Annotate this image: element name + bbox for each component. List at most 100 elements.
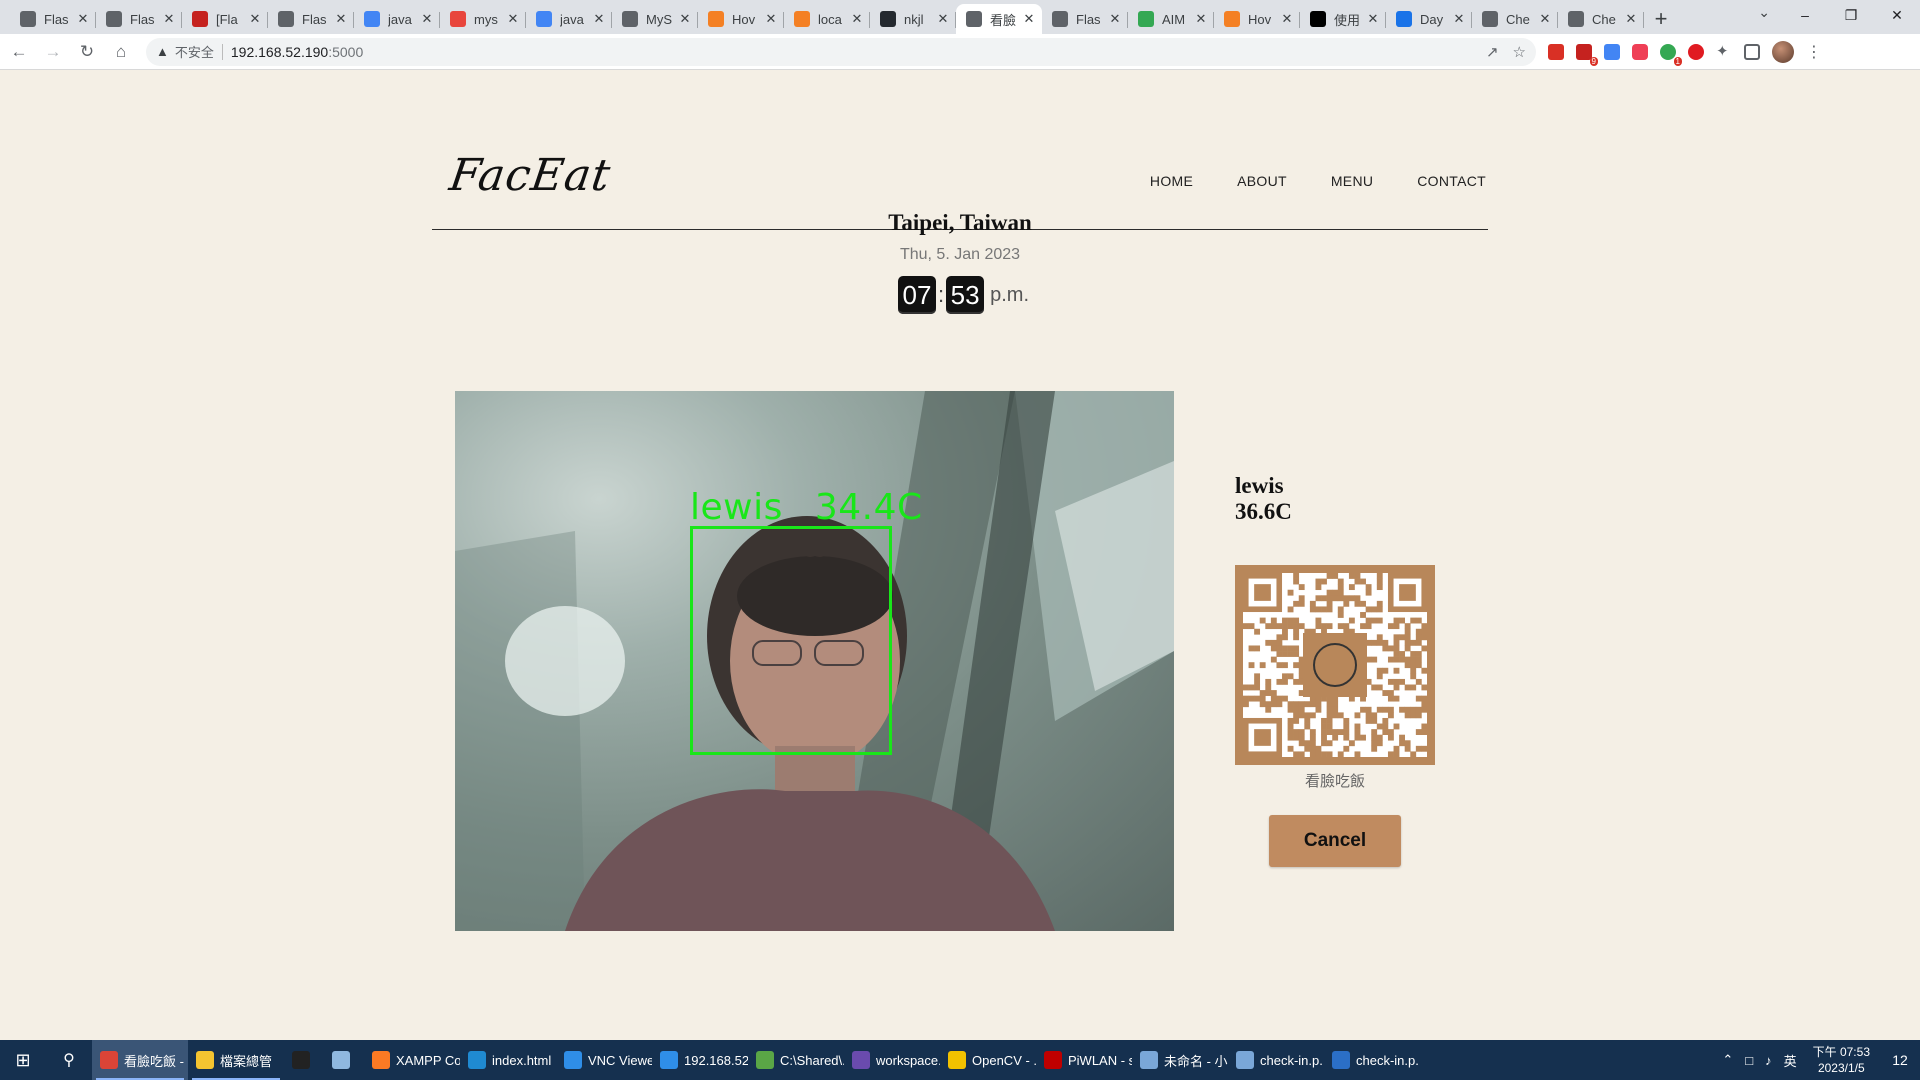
security-label[interactable]: 不安全 (175, 42, 214, 61)
close-tab-icon[interactable]: ✕ (506, 11, 520, 27)
close-tab-icon[interactable]: ✕ (76, 11, 90, 27)
browser-tab[interactable]: Flas ✕ (268, 4, 354, 34)
close-tab-icon[interactable]: ✕ (1538, 11, 1552, 27)
pocket-extension-icon[interactable] (1632, 43, 1648, 60)
home-icon[interactable]: ⌂ (106, 37, 136, 67)
taskbar-app[interactable] (324, 1040, 364, 1080)
browser-tab[interactable]: java ✕ (526, 4, 612, 34)
close-tab-icon[interactable]: ✕ (1366, 11, 1380, 27)
site-logo[interactable]: FacEat (446, 150, 614, 201)
tray-chevron-icon[interactable]: ⌃ (1722, 1052, 1733, 1068)
browser-tab[interactable]: Flas ✕ (96, 4, 182, 34)
browser-tab[interactable]: AIM ✕ (1128, 4, 1214, 34)
reload-icon[interactable]: ↻ (72, 37, 102, 67)
taskbar-app[interactable]: 192.168.52... (652, 1040, 748, 1080)
bookmark-star-icon[interactable]: ☆ (1513, 43, 1526, 61)
translate-extension-icon[interactable] (1604, 43, 1620, 60)
window-close-icon[interactable]: ✕ (1874, 0, 1920, 30)
browser-tab[interactable]: Flas ✕ (10, 4, 96, 34)
nav-contact[interactable]: CONTACT (1417, 173, 1486, 189)
taskbar-app[interactable]: check-in.p... (1324, 1040, 1420, 1080)
side-panel-icon[interactable] (1744, 43, 1760, 60)
taskbar-app[interactable]: VNC Viewer (556, 1040, 652, 1080)
new-tab-icon[interactable]: + (1644, 4, 1678, 34)
ime-indicator[interactable]: 英 (1784, 1051, 1797, 1070)
gmail-extension-icon[interactable]: 9 (1576, 43, 1598, 66)
restore-icon[interactable]: ❐ (1828, 0, 1874, 30)
profile-avatar[interactable] (1772, 40, 1794, 63)
detection-temp: 34.4C (814, 487, 923, 528)
nav-menu[interactable]: MENU (1331, 173, 1373, 189)
taskbar-app[interactable] (284, 1040, 324, 1080)
close-tab-icon[interactable]: ✕ (248, 11, 262, 27)
stack-icon (708, 11, 724, 27)
medium-icon (1310, 11, 1326, 27)
back-icon[interactable]: ← (4, 37, 34, 67)
taskbar-app[interactable]: 檔案總管 (188, 1040, 284, 1080)
close-tab-icon[interactable]: ✕ (592, 11, 606, 27)
digital-clock: 07 : 53 p.m. (898, 276, 1029, 314)
more-menu-icon[interactable]: ⋮ (1806, 42, 1822, 62)
cancel-button[interactable]: Cancel (1269, 815, 1401, 867)
browser-tab[interactable]: Day ✕ (1386, 4, 1472, 34)
puzzle-icon[interactable]: ✦ (1716, 43, 1732, 60)
browser-tab[interactable]: Che ✕ (1558, 4, 1644, 34)
extension-red-icon[interactable] (1548, 43, 1564, 60)
windows-start-icon[interactable]: ⊞ (0, 1040, 46, 1080)
browser-tab[interactable]: MyS ✕ (612, 4, 698, 34)
taskbar-app[interactable]: index.html ... (460, 1040, 556, 1080)
taskbar-app[interactable]: PiWLAN - s... (1036, 1040, 1132, 1080)
close-tab-icon[interactable]: ✕ (936, 11, 950, 27)
taskbar-app[interactable]: XAMPP Co... (364, 1040, 460, 1080)
windows-taskbar: ⊞ ⚲ 看臉吃飯 - ... 檔案總管 XAMPP Co... index.html … (0, 1040, 1920, 1080)
browser-tab[interactable]: 使用 ✕ (1300, 4, 1386, 34)
browser-tab[interactable]: Flas ✕ (1042, 4, 1128, 34)
share-icon[interactable]: ↗ (1486, 43, 1499, 61)
close-tab-icon[interactable]: ✕ (334, 11, 348, 27)
green-extension-icon[interactable]: 1 (1660, 43, 1682, 66)
warning-icon[interactable]: ▲ (156, 44, 169, 59)
opera-extension-icon[interactable] (1688, 43, 1704, 60)
forward-icon[interactable]: → (38, 37, 68, 67)
browser-tab[interactable]: Hov ✕ (1214, 4, 1300, 34)
close-tab-icon[interactable]: ✕ (1022, 11, 1036, 27)
browser-tab[interactable]: 看臉 ✕ (956, 4, 1042, 34)
close-tab-icon[interactable]: ✕ (1194, 11, 1208, 27)
close-tab-icon[interactable]: ✕ (420, 11, 434, 27)
address-bar[interactable]: ▲ 不安全 192.168.52.190:5000 ↗ ☆ (146, 37, 1536, 66)
doc-icon (1052, 11, 1068, 27)
taskbar-app[interactable]: check-in.p... (1228, 1040, 1324, 1080)
url-text[interactable]: 192.168.52.190:5000 (231, 44, 363, 60)
nav-about[interactable]: ABOUT (1237, 173, 1287, 189)
notification-center-icon[interactable]: 12 (1880, 1052, 1920, 1068)
close-tab-icon[interactable]: ✕ (1624, 11, 1638, 27)
taskbar-app[interactable]: workspace... (844, 1040, 940, 1080)
browser-tab[interactable]: mys ✕ (440, 4, 526, 34)
close-tab-icon[interactable]: ✕ (1452, 11, 1466, 27)
taskbar-app[interactable]: C:\Shared\... (748, 1040, 844, 1080)
close-tab-icon[interactable]: ✕ (1108, 11, 1122, 27)
detection-name: lewis (690, 487, 783, 528)
taskbar-app-label: workspace... (876, 1052, 940, 1068)
close-tab-icon[interactable]: ✕ (162, 11, 176, 27)
browser-tab[interactable]: loca ✕ (784, 4, 870, 34)
taskbar-app[interactable]: OpenCV - ... (940, 1040, 1036, 1080)
volume-icon[interactable]: ♪ (1765, 1053, 1772, 1068)
nav-home[interactable]: HOME (1150, 173, 1193, 189)
browser-tab[interactable]: nkjl ✕ (870, 4, 956, 34)
minimize-icon[interactable]: – (1782, 0, 1828, 30)
close-tab-icon[interactable]: ✕ (850, 11, 864, 27)
close-tab-icon[interactable]: ✕ (1280, 11, 1294, 27)
network-icon[interactable]: □ (1745, 1053, 1753, 1068)
browser-tab[interactable]: java ✕ (354, 4, 440, 34)
close-tab-icon[interactable]: ✕ (764, 11, 778, 27)
close-tab-icon[interactable]: ✕ (678, 11, 692, 27)
browser-tab[interactable]: Che ✕ (1472, 4, 1558, 34)
tab-search-icon[interactable]: ⌄ (1758, 4, 1770, 21)
taskbar-app[interactable]: 看臉吃飯 - ... (92, 1040, 188, 1080)
browser-tab[interactable]: [Fla ✕ (182, 4, 268, 34)
taskbar-search-icon[interactable]: ⚲ (46, 1040, 92, 1080)
taskbar-clock[interactable]: 下午 07:53 2023/1/5 (1813, 1044, 1870, 1076)
taskbar-app[interactable]: 未命名 - 小... (1132, 1040, 1228, 1080)
browser-tab[interactable]: Hov ✕ (698, 4, 784, 34)
